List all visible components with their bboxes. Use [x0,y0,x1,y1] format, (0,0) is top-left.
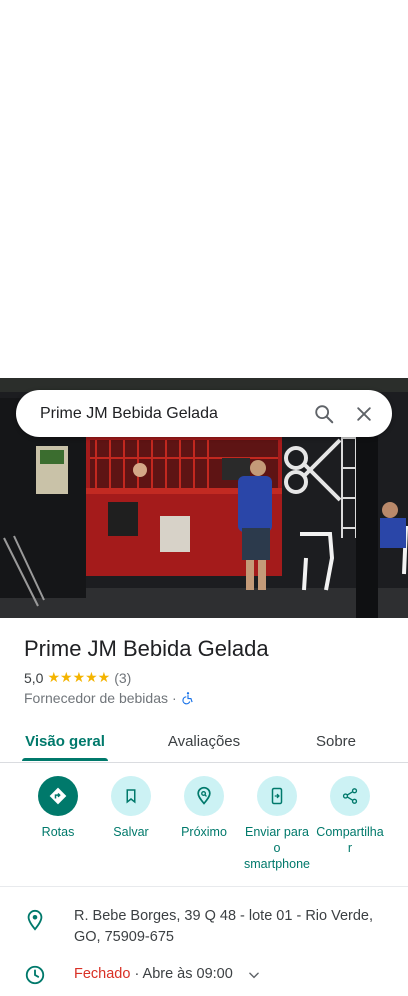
share-label: Compartilha r [316,824,383,856]
wheelchair-icon [182,692,193,705]
send-label-line2: o [273,841,281,855]
nearby-button[interactable]: Próximo [166,776,242,840]
review-count[interactable]: (3) [114,670,131,686]
nearby-label: Próximo [181,825,227,839]
share-label-line2: r [347,841,353,855]
tab-about[interactable]: Sobre [306,720,366,762]
place-category: Fornecedor de bebidas [24,690,168,706]
save-button[interactable]: Salvar [93,776,169,840]
share-label-line1: Compartilha [316,825,384,839]
rating-row[interactable]: 5,0 ★★★★★ (3) [24,669,131,686]
bookmark-icon [126,789,136,804]
hours-detail: · Abre às 09:00 [134,966,233,982]
tab-bar: Visão geral Avaliações Sobre [0,720,408,763]
location-pin-icon [27,909,43,931]
save-circle [111,776,151,816]
active-tab-indicator [22,758,108,761]
close-button[interactable] [344,394,384,434]
routes-label: Rotas [41,825,75,839]
send-circle [257,776,297,816]
category-row: Fornecedor de bebidas · [24,690,195,706]
place-title: Prime JM Bebida Gelada [24,636,269,661]
share-icon [342,788,358,804]
search-button[interactable] [304,394,344,434]
rating-value: 5,0 [24,669,44,686]
hours-status: Fechado [74,966,131,982]
save-label: Salvar [113,825,149,839]
routes-circle [38,776,78,816]
star-rating: ★★★★★ [47,669,111,685]
send-label-line1: Enviar para [245,825,309,839]
search-input[interactable]: Prime JM Bebida Gelada [16,405,304,423]
tab-reviews[interactable]: Avaliações [160,720,248,762]
map-blank-area [0,0,408,378]
directions-icon [49,787,67,805]
separator-dot: · [172,690,177,706]
phone-send-icon [271,787,283,805]
hours-text: Fechado · Abre às 09:00 [74,964,233,985]
share-circle [330,776,370,816]
search-icon [315,404,334,423]
address-text: R. Bebe Borges, 39 Q 48 - lote 01 - Rio … [74,908,374,945]
close-icon [357,406,371,421]
tab-overview[interactable]: Visão geral [22,720,108,762]
clock-icon [25,965,45,985]
send-label-line3: smartphone [243,857,310,871]
routes-button[interactable]: Rotas [20,776,96,840]
chevron-down-icon[interactable] [247,968,261,982]
nearby-circle [184,776,224,816]
address-row[interactable]: R. Bebe Borges, 39 Q 48 - lote 01 - Rio … [24,906,374,948]
nearby-search-icon [197,786,211,805]
hours-row[interactable]: Fechado · Abre às 09:00 [24,964,261,986]
search-bar[interactable]: Prime JM Bebida Gelada [16,390,392,437]
send-to-phone-button[interactable]: Enviar para o smartphone [239,776,315,872]
send-label: Enviar para o smartphone [244,824,310,872]
share-button[interactable]: Compartilha r [312,776,388,856]
action-buttons: Rotas Salvar Próximo Enviar para o smart… [0,776,408,887]
